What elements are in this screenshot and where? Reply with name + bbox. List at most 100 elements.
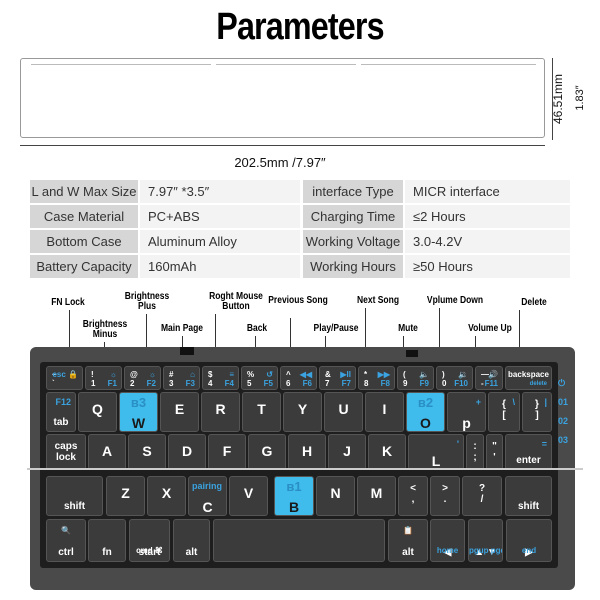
key-label: W [131,415,146,431]
annotation-label: Brightness Plus [124,291,170,312]
key-label: backspace [508,370,549,379]
key-label: ctrl [58,547,74,558]
key-symbol[interactable]: ◀ home [430,519,465,562]
key-h[interactable]: H [288,434,326,470]
key-symbol[interactable]: " ' [486,434,503,470]
spec-label: L and W Max Size [30,180,138,203]
key-5[interactable]: % 5 ↺ F5 [241,366,278,390]
key-symbol[interactable]: < , [398,476,428,516]
key-symbol[interactable]: — - 🔊 F11 [475,366,503,390]
key-l[interactable]: L ' [408,434,464,470]
key-fn-label: + [475,397,481,407]
key-start[interactable]: start cmd ⌘ [129,519,170,562]
spacebar[interactable] [213,519,385,562]
hinge-notch [406,350,418,357]
spec-value: PC+ABS [140,205,300,228]
key-label: Z [121,485,130,501]
key-label: R [215,401,226,417]
key-n[interactable]: N [316,476,355,516]
key-2[interactable]: @ 2 ☼ F2 [124,366,161,390]
key-symbol[interactable]: ▲ ▼pgup pgdn [468,519,503,562]
key-fn[interactable]: fn [88,519,126,562]
key-t[interactable]: T [242,392,281,432]
key-symbol[interactable]: { [\ [488,392,520,432]
key-shift[interactable]: shift [505,476,552,516]
key-0[interactable]: ) 0 🔉 F10 [436,366,473,390]
key-fn-label: F12 [55,397,71,407]
key-label: shift [517,501,540,512]
key-o[interactable]: Oʙ2 [406,392,445,432]
key-x[interactable]: X [147,476,186,516]
key-e[interactable]: E [160,392,199,432]
key-alt[interactable]: alt 📋 [388,519,428,562]
key-c[interactable]: Cpairing [188,476,227,516]
key-capslock[interactable]: caps lock [46,434,86,470]
key-fn-label: 🔈 F9 [419,370,429,388]
key-7[interactable]: & 7 ▶II F7 [319,366,356,390]
key-alt[interactable]: alt [173,519,210,562]
key-label: N [330,485,341,501]
fold-line [27,468,583,470]
key-8[interactable]: * 8 ▶▶ F8 [358,366,395,390]
spec-value: 7.97″ *3.5″ [140,180,300,203]
key-enter[interactable]: enter = [505,434,552,470]
key-label: L [431,453,441,469]
key-label: T [257,401,266,417]
key-4[interactable]: $ 4 ≡ F4 [202,366,239,390]
key-s[interactable]: S [128,434,166,470]
key-label: D [181,443,193,459]
key-fn-label: ▶II F7 [340,370,351,388]
key-shift[interactable]: shift [46,476,103,516]
key-9[interactable]: ( 9 🔈 F9 [397,366,434,390]
annotation-label: Play/Pause [313,323,359,334]
key-fn-label: = [541,439,547,449]
annotation-label: Roght Mouse Button [209,291,263,312]
key-symbol[interactable]: > . [430,476,460,516]
key-fn-label: home [436,546,459,555]
spec-label: Bottom Case [30,230,138,253]
key-b[interactable]: Bʙ1 [274,476,314,516]
key-m[interactable]: M [357,476,396,516]
key-3[interactable]: # 3 ⌂ F3 [163,366,200,390]
key-i[interactable]: I [365,392,404,432]
key-r[interactable]: R [201,392,240,432]
key-fn-label: 🔉 F10 [454,370,468,388]
annotation-label: Previous Song [268,295,328,306]
keyboard-side-view [20,58,545,138]
key-f[interactable]: F [208,434,246,470]
key-fn-label: ʙ1 [286,479,302,494]
key-w[interactable]: Wʙ3 [119,392,158,432]
key-fn-label: 🔊 F11 [484,370,498,388]
key-label: : ; [473,441,477,463]
key-tab[interactable]: tab F12 [46,392,76,432]
key-y[interactable]: Y [283,392,322,432]
key-q[interactable]: Q [78,392,117,432]
key-label: S [142,443,152,459]
key-label: p [462,415,471,431]
key-g[interactable]: G [248,434,286,470]
key-k[interactable]: K [368,434,406,470]
key-6[interactable]: ^ 6 ◀◀ F6 [280,366,317,390]
key-u[interactable]: U [324,392,363,432]
key-symbol[interactable]: } ] | [522,392,552,432]
key-label: O [420,415,431,431]
spec-label: Case Material [30,205,138,228]
key-symbol[interactable]: ? / [462,476,502,516]
hinge-notch [180,347,194,355]
key-backspace[interactable]: backspace delete [505,366,552,390]
key-a[interactable]: A [88,434,126,470]
key-d[interactable]: D [168,434,206,470]
key-ctrl[interactable]: ctrl 🔍 [46,519,86,562]
key-v[interactable]: V [229,476,268,516]
key-symbol[interactable]: ~ ` esc 🔒 [46,366,83,390]
key-label: > . [442,483,448,505]
key-p[interactable]: p + [447,392,486,432]
spec-label: Working Voltage [303,230,403,253]
key-symbol[interactable]: : ; [466,434,484,470]
key-1[interactable]: ! 1 ☼ F1 [85,366,122,390]
key-z[interactable]: Z [106,476,145,516]
key-fn-label: ʙ2 [417,395,434,410]
key-label: H [301,443,313,459]
key-j[interactable]: J [328,434,366,470]
key-symbol[interactable]: ▶ end [506,519,552,562]
